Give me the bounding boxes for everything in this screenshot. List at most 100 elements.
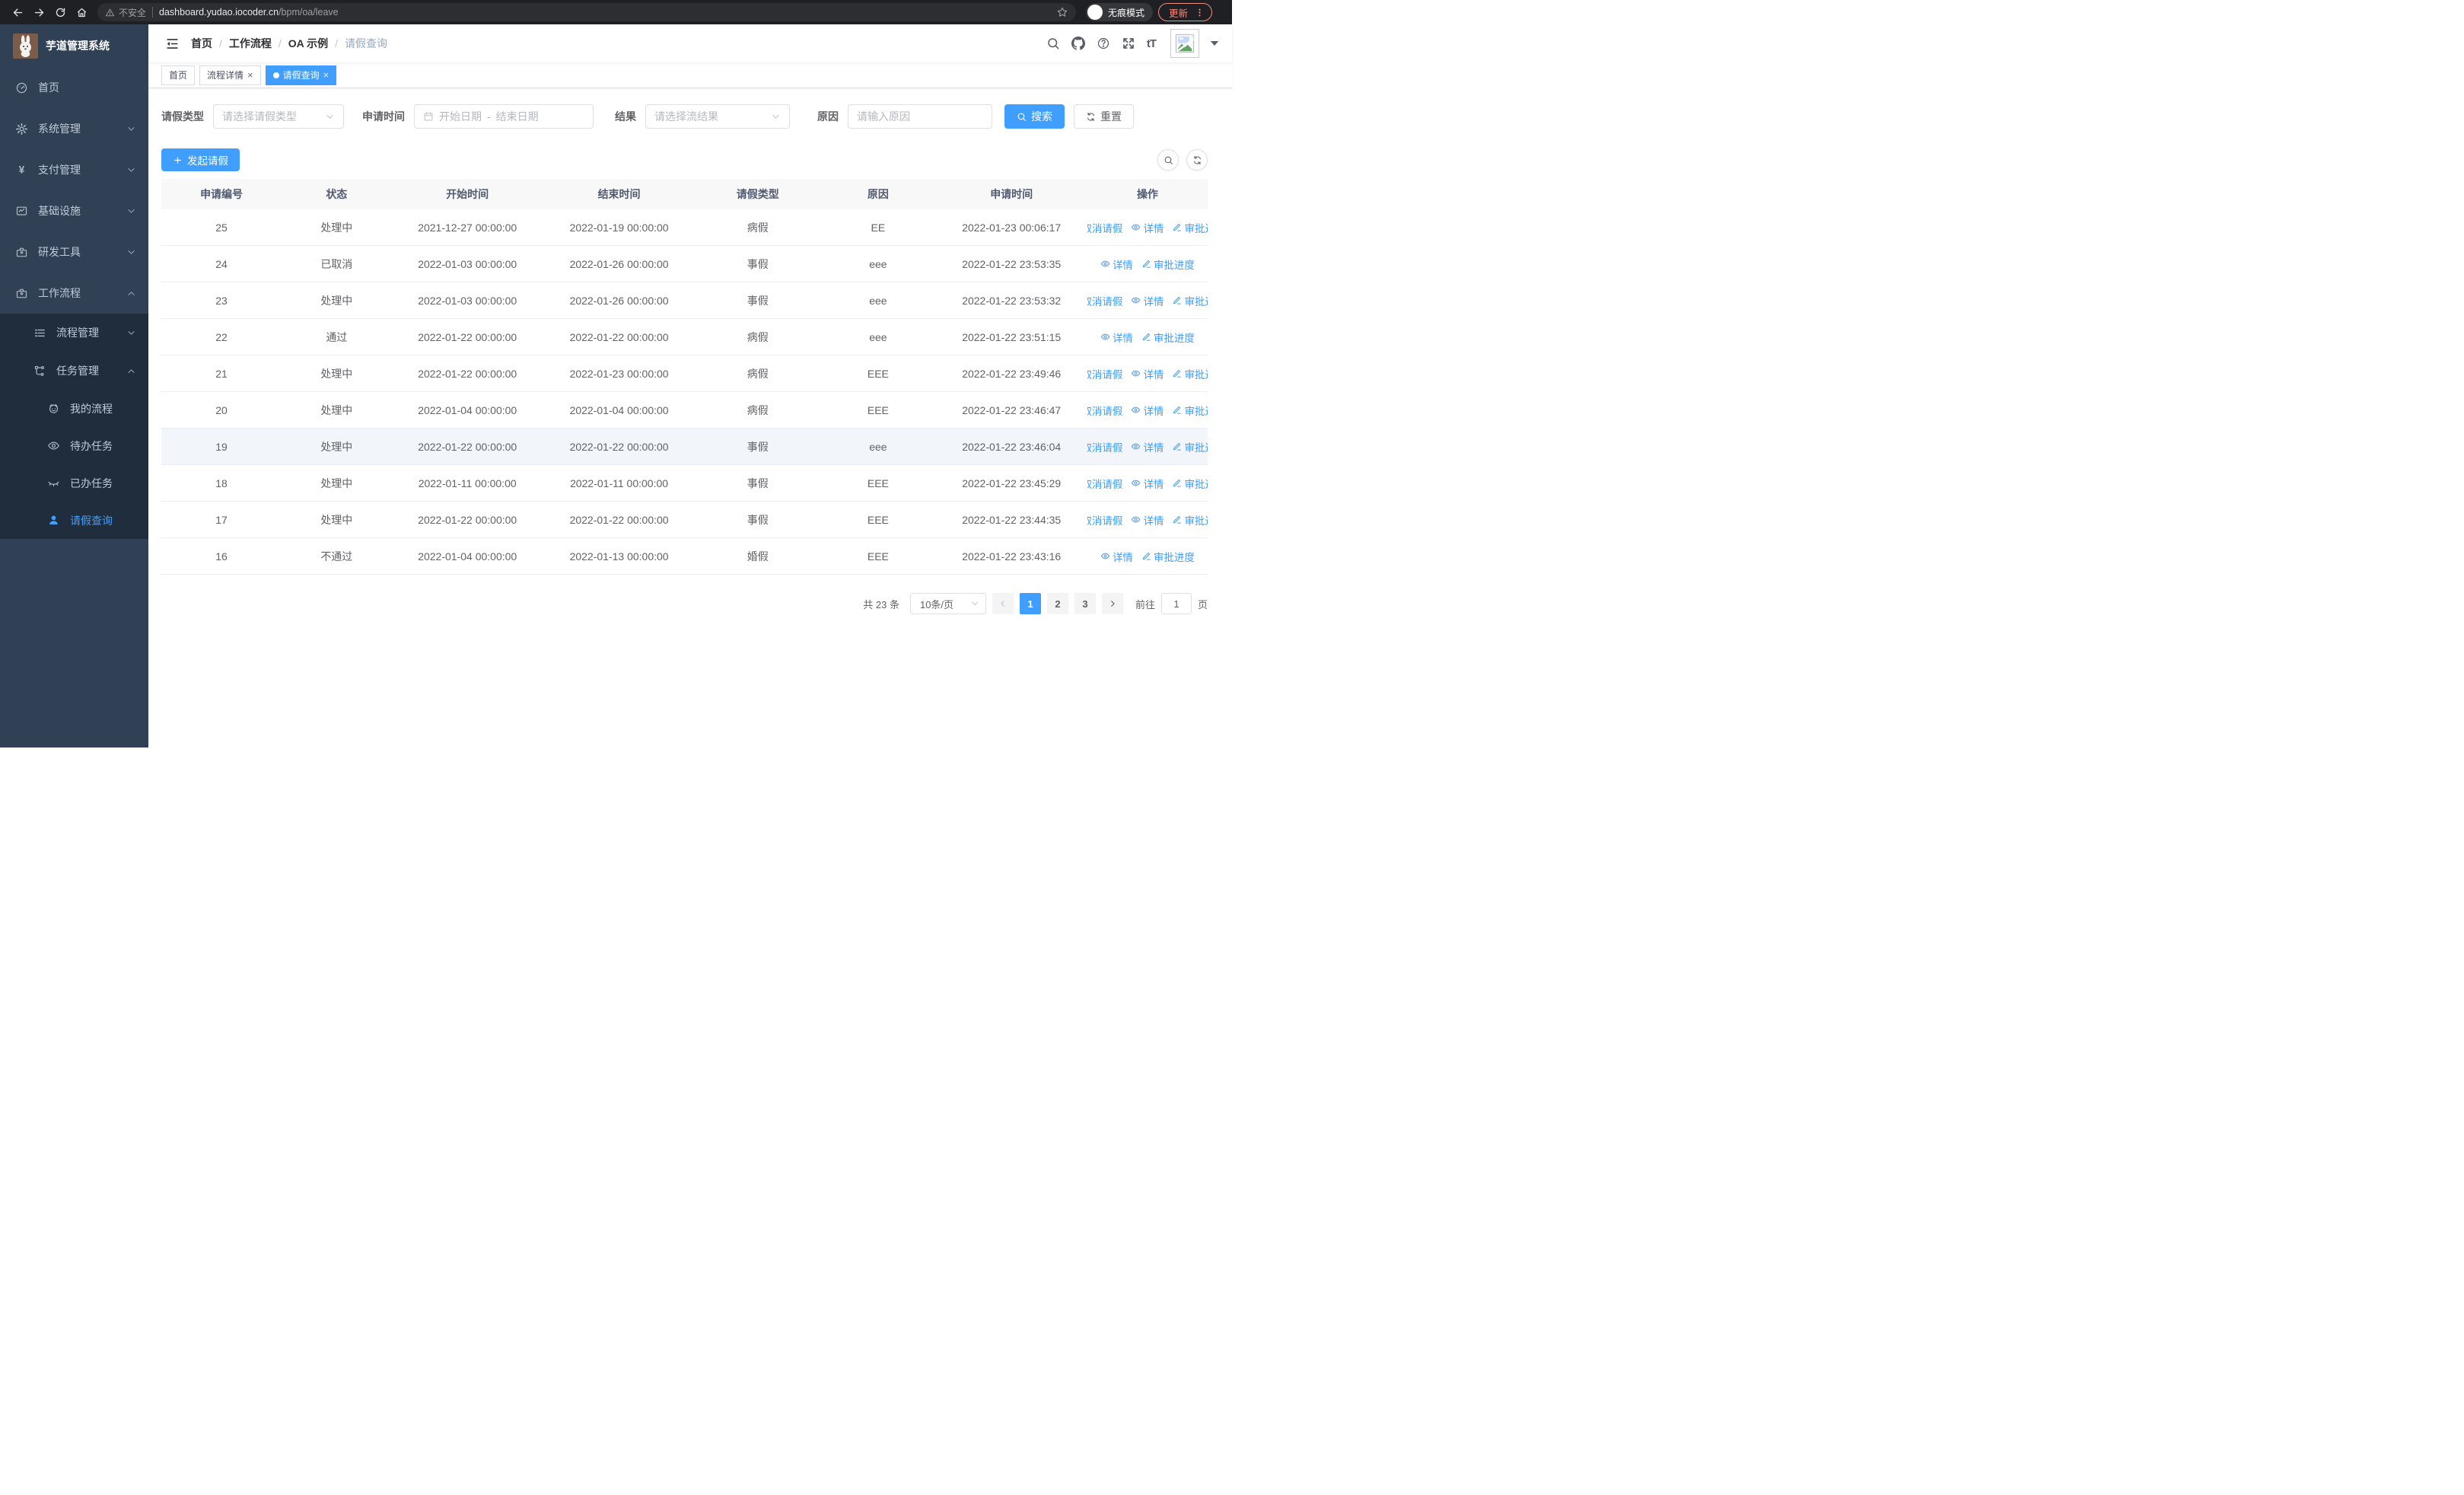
sidebar-collapse-icon[interactable] [165,37,180,51]
refresh-table-button[interactable] [1186,149,1208,171]
sidebar-item-9[interactable]: 待办任务 [0,427,148,464]
approval-progress-link[interactable]: 审批进度 [1172,439,1208,454]
sidebar-item-11[interactable]: 请假查询 [0,502,148,539]
detail-link[interactable]: 详情 [1100,330,1133,345]
page-button-1[interactable]: 1 [1019,593,1041,614]
cell-end-time: 2022-01-13 00:00:00 [569,550,669,563]
table-row[interactable]: 23 处理中 2022-01-03 00:00:00 2022-01-26 00… [161,282,1208,319]
tab-2[interactable]: 请假查询 × [265,65,337,85]
bookmark-star-icon[interactable] [1056,6,1068,18]
sidebar-logo[interactable]: 芋道管理系统 [0,24,148,67]
question-icon[interactable] [1097,37,1110,50]
search-icon [1017,112,1027,122]
cancel-leave-link[interactable]: 取消请假 [1087,512,1123,528]
cancel-leave-link[interactable]: 取消请假 [1087,403,1123,418]
detail-link[interactable]: 详情 [1131,476,1164,491]
create-leave-button[interactable]: 发起请假 [161,148,240,171]
sidebar-item-7[interactable]: 任务管理 [0,352,148,390]
search-button[interactable]: 搜索 [1004,104,1065,129]
sidebar-item-5[interactable]: 工作流程 [0,273,148,314]
goto-page-input[interactable] [1160,593,1192,614]
table-row[interactable]: 18 处理中 2022-01-11 00:00:00 2022-01-11 00… [161,465,1208,502]
browser-reload-button[interactable] [50,2,70,22]
detail-link[interactable]: 详情 [1131,366,1164,381]
sidebar-item-8[interactable]: 我的流程 [0,390,148,427]
toggle-search-button[interactable] [1157,149,1179,171]
browser-back-button[interactable] [8,2,27,22]
close-icon[interactable]: × [323,70,329,80]
detail-link[interactable]: 详情 [1100,549,1133,564]
browser-forward-button[interactable] [29,2,49,22]
approval-progress-link[interactable]: 审批进度 [1172,403,1208,418]
cell-end-time: 2022-01-11 00:00:00 [570,477,669,489]
sidebar-item-2[interactable]: ¥ 支付管理 [0,149,148,190]
sidebar-item-4[interactable]: 研发工具 [0,231,148,273]
cell-apply-time: 2022-01-22 23:51:15 [962,330,1062,343]
approval-progress-link[interactable]: 审批进度 [1172,366,1208,381]
detail-link[interactable]: 详情 [1100,257,1133,272]
avatar[interactable] [1170,29,1199,58]
github-icon[interactable] [1071,37,1085,50]
reason-input[interactable] [848,105,992,128]
incognito-badge[interactable]: 无痕模式 [1086,3,1154,21]
approval-progress-link[interactable]: 审批进度 [1141,549,1195,564]
search-icon[interactable] [1046,37,1060,50]
cancel-leave-link[interactable]: 取消请假 [1087,366,1123,381]
sidebar-item-3[interactable]: 基础设施 [0,190,148,231]
browser-home-button[interactable] [72,2,91,22]
browser-update-button[interactable]: 更新 [1158,3,1213,21]
cancel-leave-link[interactable]: 取消请假 [1087,220,1123,235]
approval-progress-link[interactable]: 审批进度 [1141,257,1195,272]
detail-link[interactable]: 详情 [1131,220,1164,235]
caret-down-icon[interactable] [1208,37,1221,50]
security-status[interactable]: 不安全 [105,6,146,19]
page-button-2[interactable]: 2 [1046,593,1068,614]
apply-time-range-picker[interactable]: 开始日期 - 结束日期 [414,104,594,129]
leave-type-select[interactable]: 请选择请假类型 [213,104,344,129]
breadcrumb-item-1[interactable]: 工作流程 [229,36,272,51]
sidebar-item-10[interactable]: 已办任务 [0,464,148,502]
cancel-leave-link[interactable]: 取消请假 [1087,439,1123,454]
tab-0[interactable]: 首页 [161,65,196,85]
prev-page-button[interactable] [992,593,1014,614]
address-bar[interactable]: 不安全 dashboard.yudao.iocoder.cn/bpm/oa/le… [97,3,1076,21]
fullscreen-icon[interactable] [1122,37,1135,50]
table-row[interactable]: 21 处理中 2022-01-22 00:00:00 2022-01-23 00… [161,355,1208,392]
back-icon [12,7,24,18]
approval-progress-link[interactable]: 审批进度 [1172,476,1208,491]
cancel-leave-link[interactable]: 取消请假 [1087,476,1123,491]
approval-progress-link[interactable]: 审批进度 [1172,220,1208,235]
page-size-select[interactable]: 10条/页 [909,593,986,614]
tab-1[interactable]: 流程详情 × [199,65,261,85]
cell-start-time: 2022-01-22 00:00:00 [418,513,517,526]
next-page-button[interactable] [1101,593,1123,614]
sidebar-item-0[interactable]: 首页 [0,67,148,108]
approval-progress-link[interactable]: 审批进度 [1172,293,1208,308]
sidebar-item-1[interactable]: 系统管理 [0,108,148,149]
breadcrumb-item-0[interactable]: 首页 [191,36,212,51]
detail-link[interactable]: 详情 [1131,439,1164,454]
page-button-3[interactable]: 3 [1074,593,1096,614]
kebab-menu-icon[interactable] [1195,8,1205,18]
close-icon[interactable]: × [247,70,253,80]
table-row[interactable]: 20 处理中 2022-01-04 00:00:00 2022-01-04 00… [161,392,1208,429]
table-row[interactable]: 16 不通过 2022-01-04 00:00:00 2022-01-13 00… [161,538,1208,575]
cancel-leave-link[interactable]: 取消请假 [1087,293,1123,308]
list-icon [33,327,46,339]
table-row[interactable]: 22 通过 2022-01-22 00:00:00 2022-01-22 00:… [161,319,1208,355]
approval-progress-link[interactable]: 审批进度 [1172,512,1208,528]
result-select[interactable]: 请选择流结果 [645,104,790,129]
table-row[interactable]: 19 处理中 2022-01-22 00:00:00 2022-01-22 00… [161,429,1208,465]
cell-apply-time: 2022-01-22 23:46:47 [962,403,1062,416]
reset-button[interactable]: 重置 [1074,104,1134,129]
detail-link[interactable]: 详情 [1131,512,1164,528]
font-size-icon[interactable]: tT [1147,37,1157,50]
breadcrumb-item-2[interactable]: OA 示例 [288,36,328,51]
table-row[interactable]: 24 已取消 2022-01-03 00:00:00 2022-01-26 00… [161,246,1208,282]
detail-link[interactable]: 详情 [1131,293,1164,308]
table-row[interactable]: 25 处理中 2021-12-27 00:00:00 2022-01-19 00… [161,209,1208,246]
approval-progress-link[interactable]: 审批进度 [1141,330,1195,345]
table-row[interactable]: 17 处理中 2022-01-22 00:00:00 2022-01-22 00… [161,502,1208,538]
detail-link[interactable]: 详情 [1131,403,1164,418]
sidebar-item-6[interactable]: 流程管理 [0,314,148,352]
